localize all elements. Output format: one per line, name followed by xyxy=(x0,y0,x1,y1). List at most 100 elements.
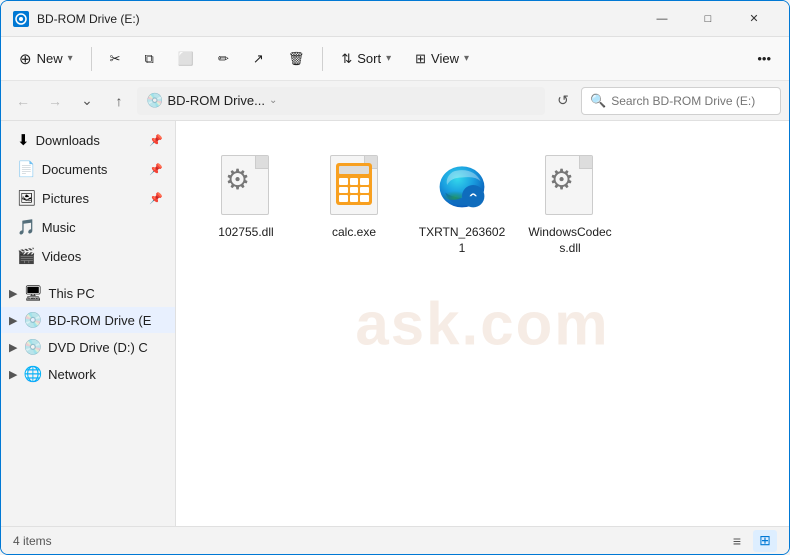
watermark: ask.com xyxy=(355,289,609,358)
videos-icon: 🎬 xyxy=(17,247,36,265)
new-icon: ⊕ xyxy=(19,50,32,68)
thispc-arrow: ▶ xyxy=(9,287,17,300)
main-content: ⬇ Downloads 📌 📄 Documents 📌 🖼 Pictures 📌… xyxy=(1,121,789,526)
toolbar-separator-2 xyxy=(322,47,323,71)
file-icon-calc xyxy=(322,149,386,221)
thispc-icon: 🖥 xyxy=(23,284,42,302)
view-chevron: ▾ xyxy=(464,53,469,64)
toolbar-separator-1 xyxy=(91,47,92,71)
pin-icon: 📌 xyxy=(149,134,163,147)
share-icon: ↗ xyxy=(253,51,264,67)
address-drive-icon: 💿 xyxy=(146,92,163,109)
file-name-txrtn: TXRTN_2636021 xyxy=(418,225,506,256)
toolbar: ⊕ New ▾ ✂ ⧉ ⬜ ✏ ↗ 🗑 ⇅ Sort ▾ ⊞ xyxy=(1,37,789,81)
sort-label: Sort xyxy=(357,51,381,66)
sort-icon: ⇅ xyxy=(341,51,352,67)
bdrom-label: BD-ROM Drive (E xyxy=(48,313,151,328)
window-icon xyxy=(13,11,29,27)
new-button[interactable]: ⊕ New ▾ xyxy=(9,43,83,75)
window-controls: — □ ✕ xyxy=(639,1,777,37)
copy-button[interactable]: ⧉ xyxy=(135,43,164,75)
share-button[interactable]: ↗ xyxy=(243,43,274,75)
sidebar-section-bdrom[interactable]: ▶ 💿 BD-ROM Drive (E xyxy=(1,307,175,333)
music-icon: 🎵 xyxy=(17,218,36,236)
copy-icon: ⧉ xyxy=(145,51,154,67)
cut-button[interactable]: ✂ xyxy=(100,43,131,75)
network-label: Network xyxy=(48,367,96,382)
bdrom-icon: 💿 xyxy=(23,311,42,329)
file-item-dll1[interactable]: ⚙ 102755.dll xyxy=(196,141,296,264)
maximize-button[interactable]: □ xyxy=(685,1,731,37)
dvd-arrow: ▶ xyxy=(9,341,17,354)
downloads-icon: ⬇ xyxy=(17,131,30,149)
sidebar-downloads-label: Downloads xyxy=(36,133,144,148)
new-chevron: ▾ xyxy=(68,53,73,64)
search-input[interactable] xyxy=(611,94,772,108)
address-chevron-icon: ⌄ xyxy=(269,95,277,106)
view-icon: ⊞ xyxy=(415,51,426,67)
sort-button[interactable]: ⇅ Sort ▾ xyxy=(331,43,401,75)
network-arrow: ▶ xyxy=(9,368,17,381)
file-icon-dll1: ⚙ xyxy=(214,149,278,221)
sidebar-videos-label: Videos xyxy=(42,249,163,264)
paste-button[interactable]: ⬜ xyxy=(168,43,204,75)
gears-icon-codecs: ⚙ xyxy=(549,163,574,196)
delete-icon: 🗑 xyxy=(288,51,305,67)
file-icon-txrtn xyxy=(430,149,494,221)
sidebar-section-network[interactable]: ▶ 🌐 Network xyxy=(1,361,175,387)
grid-view-button[interactable]: ⊞ xyxy=(753,530,777,552)
sidebar-music-label: Music xyxy=(42,220,163,235)
gears-icon: ⚙ xyxy=(225,163,250,196)
explorer-window: BD-ROM Drive (E:) — □ ✕ ⊕ New ▾ ✂ ⧉ ⬜ ✏ … xyxy=(0,0,790,555)
sidebar: ⬇ Downloads 📌 📄 Documents 📌 🖼 Pictures 📌… xyxy=(1,121,176,526)
sidebar-item-videos[interactable]: 🎬 Videos xyxy=(5,242,171,270)
file-item-txrtn[interactable]: TXRTN_2636021 xyxy=(412,141,512,264)
list-view-button[interactable]: ≡ xyxy=(725,530,749,552)
documents-icon: 📄 xyxy=(17,160,36,178)
file-icon-codecs: ⚙ xyxy=(538,149,602,221)
file-item-calc[interactable]: calc.exe xyxy=(304,141,404,264)
list-view-icon: ≡ xyxy=(733,533,741,549)
network-icon: 🌐 xyxy=(23,365,42,383)
grid-view-icon: ⊞ xyxy=(759,532,771,549)
forward-button[interactable]: → xyxy=(41,87,69,115)
status-bar: 4 items ≡ ⊞ xyxy=(1,526,789,554)
close-button[interactable]: ✕ xyxy=(731,1,777,37)
file-name-dll1: 102755.dll xyxy=(218,225,273,241)
status-items-count: 4 items xyxy=(13,534,52,548)
sidebar-item-downloads[interactable]: ⬇ Downloads 📌 xyxy=(5,126,171,154)
file-item-codecs[interactable]: ⚙ WindowsCodecs.dll xyxy=(520,141,620,264)
view-label: View xyxy=(431,51,459,66)
thispc-label: This PC xyxy=(49,286,95,301)
sidebar-item-music[interactable]: 🎵 Music xyxy=(5,213,171,241)
address-path[interactable]: 💿 BD-ROM Drive... ⌄ xyxy=(137,87,545,115)
title-bar: BD-ROM Drive (E:) — □ ✕ xyxy=(1,1,789,37)
cut-icon: ✂ xyxy=(110,51,121,67)
status-view-buttons: ≡ ⊞ xyxy=(725,530,777,552)
sidebar-section-dvd[interactable]: ▶ 💿 DVD Drive (D:) C xyxy=(1,334,175,360)
back-button[interactable]: ← xyxy=(9,87,37,115)
refresh-button[interactable]: ↺ xyxy=(549,87,577,115)
address-bar: ← → ⌄ ↑ 💿 BD-ROM Drive... ⌄ ↺ 🔍 xyxy=(1,81,789,121)
more-button[interactable]: ••• xyxy=(747,43,781,75)
dvd-icon: 💿 xyxy=(23,338,42,356)
rename-icon: ✏ xyxy=(218,51,229,67)
view-button[interactable]: ⊞ View ▾ xyxy=(405,43,479,75)
sidebar-item-pictures[interactable]: 🖼 Pictures 📌 xyxy=(5,184,171,212)
dvd-label: DVD Drive (D:) C xyxy=(48,340,148,355)
recent-button[interactable]: ⌄ xyxy=(73,87,101,115)
paste-icon: ⬜ xyxy=(178,51,194,67)
sidebar-item-documents[interactable]: 📄 Documents 📌 xyxy=(5,155,171,183)
bdrom-arrow: ▶ xyxy=(9,314,17,327)
up-button[interactable]: ↑ xyxy=(105,87,133,115)
delete-button[interactable]: 🗑 xyxy=(278,43,315,75)
sidebar-section-thispc[interactable]: ▶ 🖥 This PC xyxy=(1,280,175,306)
rename-button[interactable]: ✏ xyxy=(208,43,239,75)
minimize-button[interactable]: — xyxy=(639,1,685,37)
search-icon: 🔍 xyxy=(590,93,606,109)
pin-icon-pics: 📌 xyxy=(149,192,163,205)
sidebar-documents-label: Documents xyxy=(42,162,144,177)
search-box[interactable]: 🔍 xyxy=(581,87,781,115)
new-label: New xyxy=(37,51,63,66)
file-area: ask.com ⚙ 102755.dll xyxy=(176,121,789,526)
